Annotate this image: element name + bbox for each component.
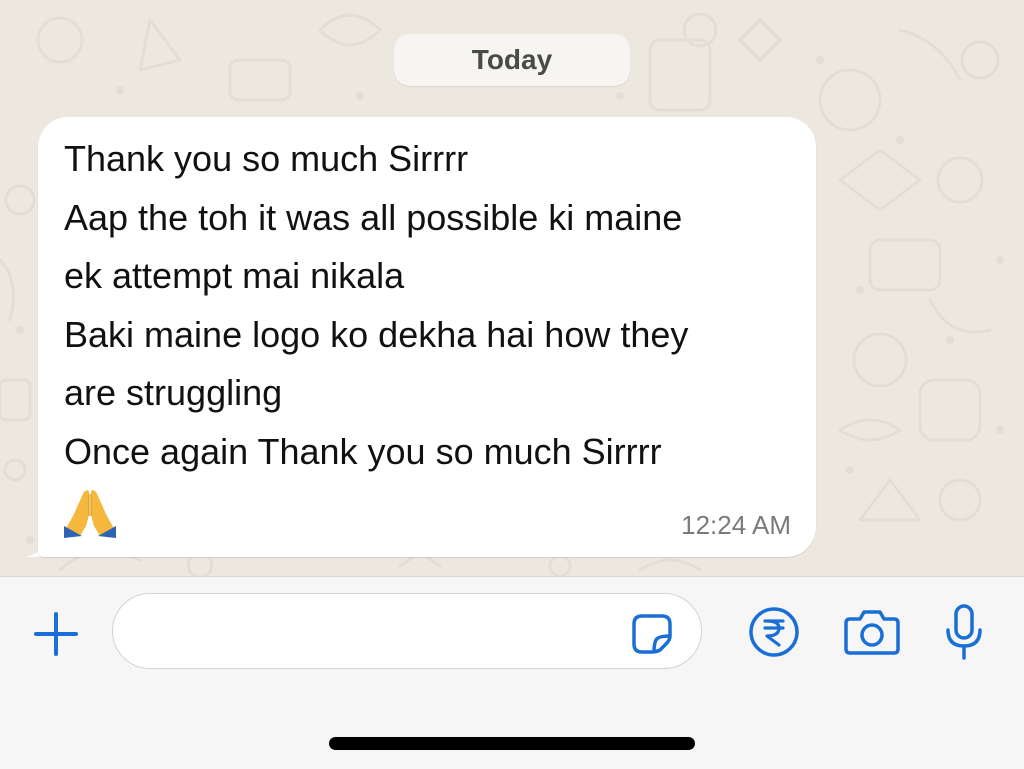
message-line: Aap the toh it was all possible ki maine	[64, 196, 683, 238]
sticker-button[interactable]	[626, 608, 678, 660]
microphone-button[interactable]	[936, 600, 992, 664]
message-line: Once again Thank you so much Sirrrr	[64, 430, 662, 472]
folded-hands-emoji	[64, 490, 116, 538]
plus-icon	[34, 612, 78, 656]
home-indicator[interactable]	[329, 737, 695, 750]
date-separator: Today	[394, 34, 630, 86]
payment-button[interactable]	[746, 604, 802, 660]
microphone-icon	[946, 604, 982, 660]
message-input-container[interactable]	[112, 593, 702, 669]
message-line: are struggling	[64, 372, 283, 413]
camera-button[interactable]	[840, 604, 904, 660]
message-timestamp: 12:24 AM	[681, 510, 791, 540]
attach-plus-button[interactable]	[28, 606, 84, 662]
camera-icon	[844, 610, 900, 655]
chat-area[interactable]: Today Thank you so much Sirrrr Aap the t…	[0, 0, 1024, 576]
message-line: Thank you so much Sirrrr	[64, 138, 469, 179]
rupee-payment-icon	[749, 607, 799, 657]
message-text: Thank you so much Sirrrr Aap the toh it …	[64, 130, 804, 481]
message-line: Baki maine logo ko dekha hai how they	[64, 313, 689, 355]
sticker-icon	[632, 614, 672, 654]
message-input[interactable]	[137, 606, 611, 658]
message-line: ek attempt mai nikala	[64, 255, 405, 296]
